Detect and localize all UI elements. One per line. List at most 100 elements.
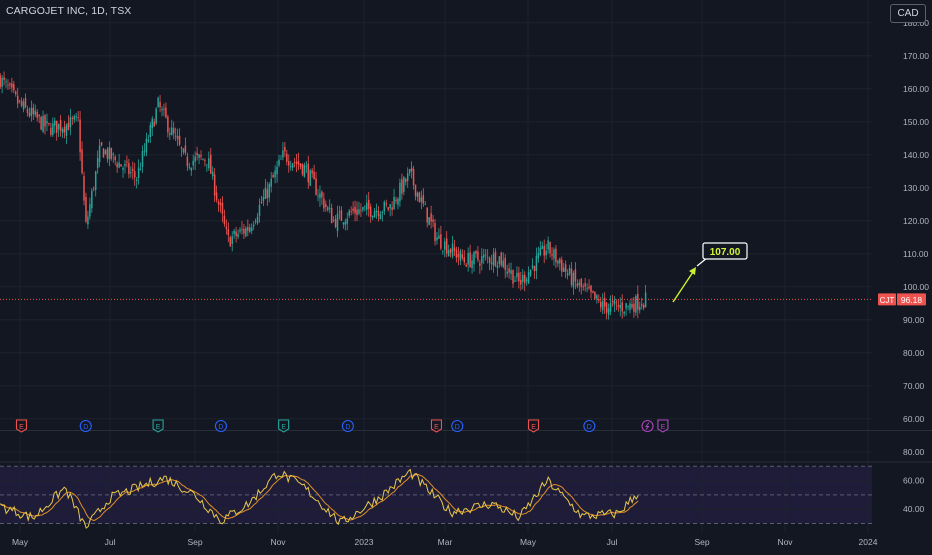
- candle-body: [126, 161, 128, 163]
- candle-body: [243, 228, 245, 234]
- candle-body: [57, 123, 60, 130]
- candle-body: [576, 283, 579, 287]
- chart-title: CARGOJET INC, 1D, TSX: [6, 5, 132, 17]
- candle-body: [516, 272, 518, 278]
- candle-body: [367, 199, 370, 209]
- candle-body: [465, 264, 467, 267]
- candle-body: [387, 207, 389, 210]
- candle-body: [469, 252, 471, 267]
- candle-body: [547, 240, 549, 250]
- candle-body: [321, 191, 323, 198]
- candle-body: [430, 213, 432, 222]
- candle-body: [514, 280, 516, 282]
- candle-body: [28, 112, 31, 116]
- chart-root[interactable]: CJT96.18107.00 EDEDEDEDEDE 180.00170.001…: [0, 0, 932, 550]
- candle-body: [442, 250, 444, 252]
- event-label: E: [19, 424, 24, 431]
- candle-body: [77, 117, 79, 119]
- candle-body: [264, 187, 267, 199]
- candle-body: [3, 77, 5, 80]
- candle-body: [18, 100, 21, 102]
- candle-body: [508, 268, 510, 273]
- candle-body: [24, 97, 27, 108]
- candle-body: [202, 158, 204, 160]
- candle-body: [323, 198, 325, 209]
- candle-body: [206, 164, 208, 166]
- candle-body: [594, 291, 596, 299]
- candle-body: [399, 182, 401, 202]
- candle-body: [527, 272, 530, 284]
- candle-body: [605, 302, 608, 313]
- candle-body: [32, 107, 35, 115]
- candle-body: [52, 123, 54, 135]
- candle-body: [492, 253, 495, 266]
- candle-body: [96, 158, 99, 168]
- candle-body: [383, 201, 386, 212]
- candle-body: [262, 197, 265, 202]
- candle-body: [373, 211, 376, 218]
- candle-body: [428, 217, 430, 225]
- candle-body: [235, 231, 237, 237]
- candle-body: [325, 204, 327, 207]
- candle-body: [564, 264, 567, 272]
- candle-body: [0, 75, 1, 88]
- candle-body: [444, 241, 446, 250]
- time-tick-label: Jul: [105, 537, 116, 547]
- candle-body: [7, 85, 9, 87]
- candle-body: [366, 202, 368, 210]
- candle-body: [434, 223, 436, 242]
- candle-body: [603, 297, 606, 307]
- candle-body: [360, 209, 362, 211]
- candle-body: [288, 161, 290, 166]
- candle-body: [486, 256, 489, 258]
- candle-body: [381, 211, 384, 214]
- time-tick-label: Jul: [607, 537, 618, 547]
- candle-body: [169, 132, 171, 135]
- event-label: E: [661, 424, 666, 431]
- candle-body: [342, 222, 345, 225]
- candle-body: [484, 254, 487, 256]
- candle-body: [488, 257, 491, 263]
- price-chart-svg[interactable]: CJT96.18107.00 EDEDEDEDEDE 180.00170.001…: [0, 0, 932, 550]
- price-tick-label: 120.00: [903, 216, 929, 226]
- candle-body: [36, 111, 38, 119]
- candle-body: [34, 110, 37, 115]
- last-price-label: 96.18: [901, 295, 923, 305]
- candle-body: [30, 107, 33, 117]
- candle-body: [93, 188, 95, 190]
- candle-body: [141, 150, 144, 167]
- candle-body: [55, 120, 58, 133]
- candle-body: [463, 257, 466, 263]
- candle-body: [128, 163, 130, 175]
- candle-body: [319, 193, 321, 199]
- candle-body: [537, 252, 540, 259]
- candle-body: [1, 77, 3, 87]
- candle-body: [629, 303, 631, 310]
- candle-body: [139, 169, 142, 171]
- candle-body: [198, 154, 200, 158]
- candle-body: [362, 206, 364, 210]
- candle-body: [406, 173, 409, 181]
- candle-body: [611, 300, 614, 302]
- candle-body: [449, 248, 452, 253]
- target-label: 107.00: [710, 247, 741, 258]
- candle-body: [637, 294, 639, 310]
- price-tick-label: 80.00: [903, 348, 925, 358]
- candle-body: [40, 116, 42, 130]
- candle-body: [498, 256, 501, 265]
- candle-body: [584, 283, 586, 287]
- candle-body: [473, 252, 475, 265]
- event-label: E: [434, 424, 439, 431]
- candle-body: [254, 220, 257, 222]
- candle-body: [241, 229, 243, 230]
- candle-body: [408, 169, 411, 173]
- candle-body: [110, 148, 113, 159]
- candle-body: [42, 116, 44, 132]
- candle-body: [221, 202, 224, 214]
- candle-body: [149, 124, 152, 138]
- candle-body: [340, 210, 343, 221]
- currency-button[interactable]: CAD: [890, 4, 926, 23]
- candle-body: [89, 204, 91, 217]
- time-tick-label: Mar: [438, 537, 453, 547]
- candle-body: [165, 107, 167, 118]
